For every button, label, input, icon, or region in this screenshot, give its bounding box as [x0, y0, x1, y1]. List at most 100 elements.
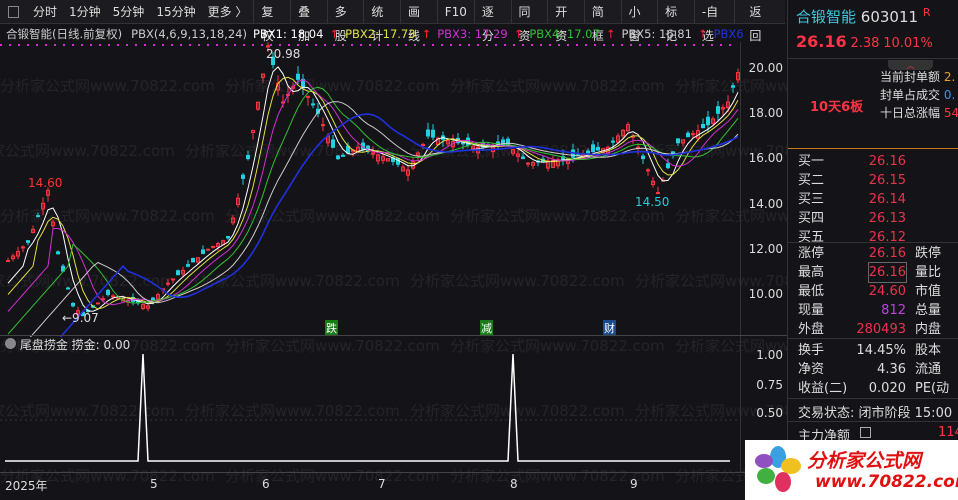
indicator-name[interactable]: PBX(4,6,9,13,18,24) [131, 27, 247, 41]
stat-label: 跌停 [915, 246, 942, 261]
btn-simple-frame[interactable]: 简框 [583, 0, 621, 43]
y-tick: 10.00 [748, 287, 783, 301]
candle[interactable] [686, 132, 690, 138]
candle[interactable] [201, 249, 205, 254]
period-tab-intraday[interactable]: 分时 [27, 3, 63, 20]
list-icon[interactable] [860, 427, 871, 438]
candle[interactable] [691, 133, 695, 136]
btn-multi[interactable]: 多股 [326, 0, 364, 43]
stat-label: 净资 [798, 362, 825, 377]
btn-f10[interactable]: F10 [436, 0, 474, 24]
candle[interactable] [296, 73, 300, 80]
bid-row: 买一 26.16 [798, 152, 958, 171]
stat-label: 股本 [915, 343, 942, 358]
btn-small-window[interactable]: 小窗 [620, 0, 658, 43]
candle[interactable] [106, 289, 110, 295]
candle[interactable] [656, 192, 660, 195]
candle[interactable] [36, 215, 40, 218]
bid-price[interactable]: 26.14 [869, 190, 906, 209]
candle[interactable] [111, 295, 115, 298]
candle[interactable] [611, 140, 615, 143]
candle[interactable] [701, 123, 705, 129]
signal-marker[interactable]: 跌 [325, 320, 338, 336]
sidebar-toggle-icon[interactable] [8, 5, 20, 18]
btn-tongzi[interactable]: 同资 [510, 0, 548, 43]
candle[interactable] [246, 154, 250, 160]
candle[interactable] [191, 258, 195, 263]
bid-price[interactable]: 26.16 [869, 152, 906, 171]
pbx2-value: PBX2: 17.73 [345, 26, 416, 41]
annotation-high-1: 14.60 [28, 176, 63, 190]
candle[interactable] [706, 116, 710, 126]
candle[interactable] [66, 287, 70, 290]
candle[interactable] [166, 282, 170, 285]
candle[interactable] [431, 129, 435, 138]
candle[interactable] [421, 143, 425, 146]
toolbar: 分时 1分钟 5分钟 15分钟 更多 〉 复权 叠加 多股 统计 画线 F10 … [0, 0, 785, 43]
candle[interactable] [241, 174, 245, 179]
sub-toggle-icon[interactable] [5, 338, 16, 349]
btn-back[interactable]: 返回 [734, 0, 785, 43]
pbx6-value: PBX6 [713, 26, 744, 41]
bid-price[interactable]: 26.15 [869, 171, 906, 190]
period-tab-5min[interactable]: 5分钟 [107, 3, 151, 20]
candle[interactable] [171, 278, 175, 281]
btn-kaizi[interactable]: 开资 [547, 0, 584, 43]
candle[interactable] [506, 138, 510, 146]
stat-label: PE(动 [915, 381, 950, 396]
period-tab-1min[interactable]: 1分钟 [63, 3, 107, 20]
candle[interactable] [341, 154, 345, 157]
btn-draw[interactable]: 画线 [400, 0, 437, 43]
signal-marker[interactable]: 减 [480, 320, 493, 336]
stat-value: 0.020 [868, 381, 906, 396]
candle[interactable] [596, 146, 600, 151]
divider [788, 148, 958, 149]
candlestick-chart[interactable] [0, 42, 740, 337]
candle[interactable] [211, 245, 215, 248]
candle[interactable] [56, 251, 60, 255]
candle[interactable] [96, 302, 100, 305]
btn-mark[interactable]: 标记 [657, 0, 694, 43]
sub-chart[interactable] [0, 350, 740, 472]
candle[interactable] [71, 302, 75, 307]
candle[interactable] [151, 297, 155, 301]
signal-marker[interactable]: 财 [603, 320, 616, 336]
period-tab-15min[interactable]: 15分钟 [150, 3, 201, 20]
candle[interactable] [666, 163, 670, 169]
btn-stats[interactable]: 统计 [363, 0, 400, 43]
candle[interactable] [521, 156, 525, 160]
candle[interactable] [321, 124, 325, 127]
candle[interactable] [186, 264, 190, 267]
btn-watchlist[interactable]: -自选 [693, 0, 735, 43]
candle[interactable] [641, 155, 645, 160]
candle[interactable] [331, 139, 335, 148]
candle[interactable] [676, 138, 680, 144]
candle[interactable] [646, 169, 650, 172]
bid-price[interactable]: 26.13 [869, 209, 906, 228]
candle[interactable] [591, 144, 595, 153]
btn-fuquan[interactable]: 复权 [253, 0, 290, 43]
candle[interactable] [311, 103, 315, 106]
candle[interactable] [176, 270, 180, 276]
candle[interactable] [26, 240, 30, 243]
btn-zhufen[interactable]: 逐分 [473, 0, 511, 43]
candle[interactable] [586, 150, 590, 154]
price-change: 2.38 [850, 36, 880, 51]
seal-label: 当前封单额 [880, 70, 941, 84]
stat-row: 净资 4.36 流通 [798, 360, 958, 379]
candle[interactable] [226, 235, 230, 239]
candle[interactable] [426, 129, 430, 137]
candle[interactable] [526, 162, 530, 165]
divider [788, 242, 958, 243]
candle[interactable] [6, 260, 10, 263]
candle[interactable] [716, 106, 720, 114]
seal-value: 2. [943, 70, 956, 84]
stat-row: 收益(二) 0.020 PE(动 [798, 379, 958, 398]
candle[interactable] [21, 246, 25, 249]
candle[interactable] [206, 248, 210, 251]
candle[interactable] [336, 155, 340, 160]
period-more[interactable]: 更多 〉 [202, 3, 254, 20]
btn-overlay[interactable]: 叠加 [290, 0, 327, 43]
price-axis: 20.00 18.00 16.00 14.00 12.00 10.00 [740, 42, 787, 337]
candle[interactable] [731, 85, 735, 88]
